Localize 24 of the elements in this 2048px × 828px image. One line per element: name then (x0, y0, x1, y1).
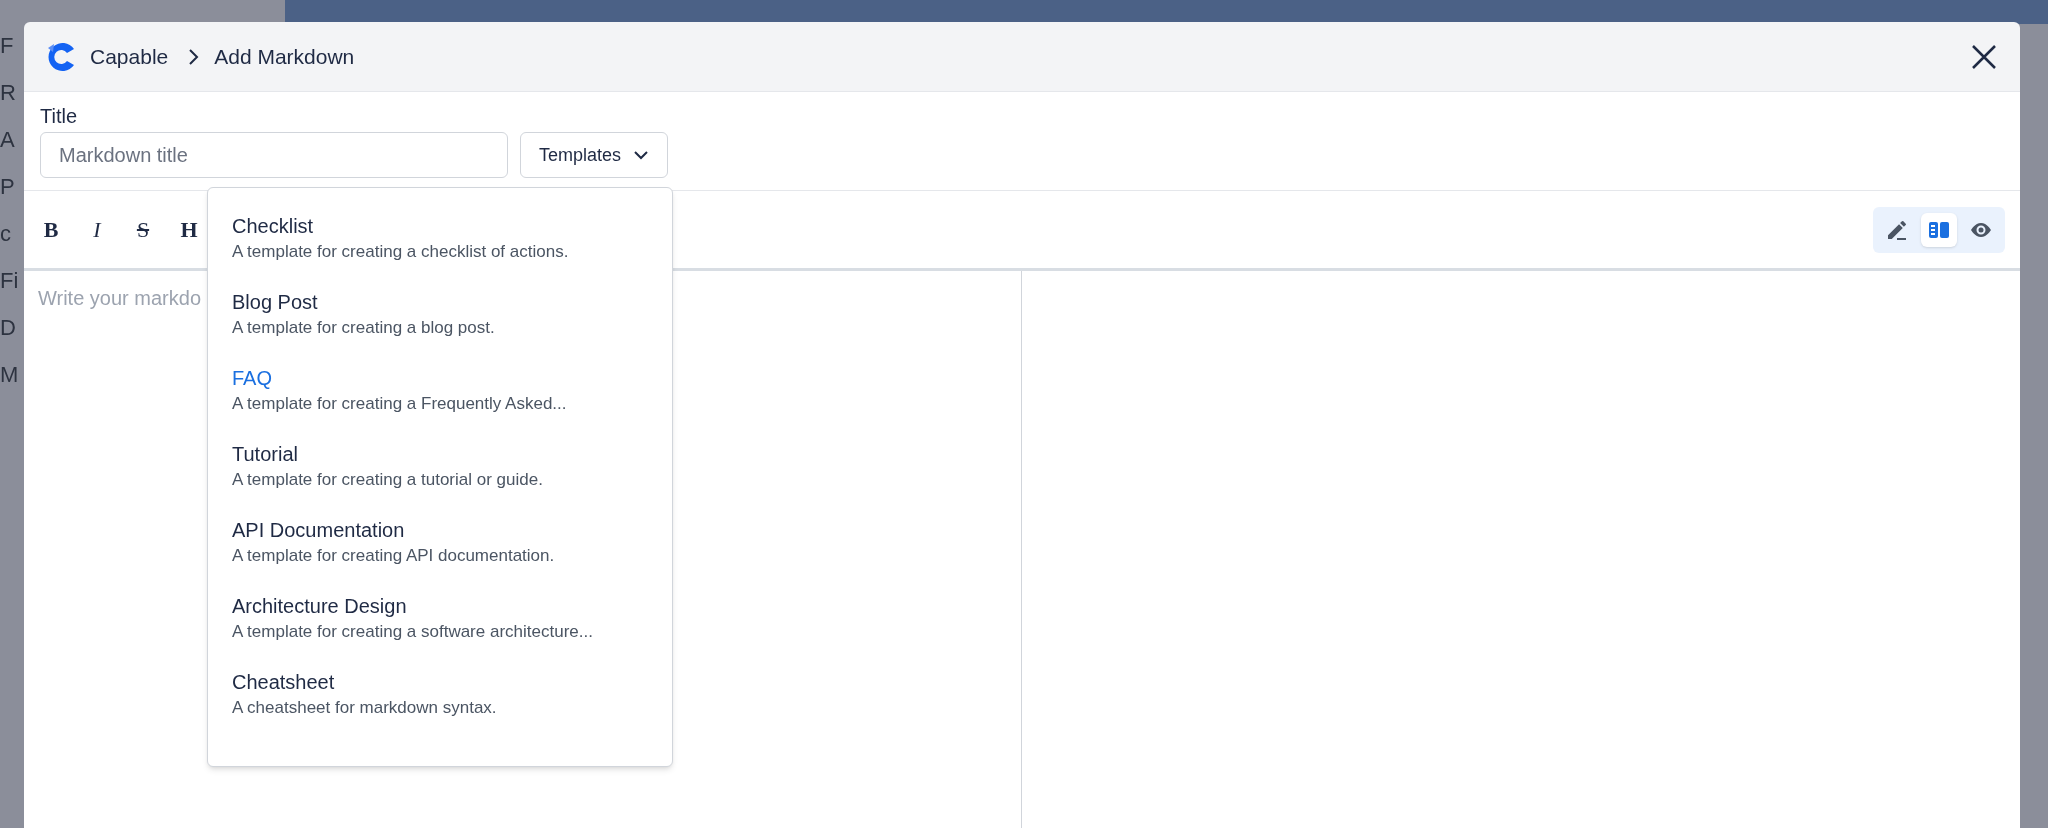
template-description: A template for creating a Frequently Asked... (232, 393, 568, 415)
background-label: Fi (0, 267, 20, 295)
background-label: D (0, 314, 17, 342)
template-name: Tutorial (232, 442, 299, 467)
field-label: Title (40, 104, 79, 128)
template-name: API Documentation (232, 518, 406, 543)
dialog-title: Add Markdown (214, 43, 355, 70)
background-label: c (0, 220, 12, 248)
template-name: FAQ (232, 366, 273, 391)
background-label: F (0, 32, 15, 60)
template-description: A template for creating a checklist of actions. (232, 241, 570, 263)
background-label: A (0, 126, 16, 154)
background-label: R (0, 79, 17, 107)
background-label: M (0, 361, 20, 389)
template-name: Architecture Design (232, 594, 408, 619)
template-description: A template for creating a tutorial or guide. (232, 469, 544, 491)
template-description: A template for creating a blog post. (232, 317, 496, 339)
template-description: A cheatsheet for markdown syntax. (232, 697, 498, 719)
template-description: A template for creating API documentation. (232, 545, 556, 567)
template-name: Blog Post (232, 290, 319, 315)
template-name: Checklist (232, 214, 315, 239)
template-name: Cheatsheet (232, 670, 336, 695)
template-description: A template for creating a software architecture... (232, 621, 594, 643)
background-label: P (0, 173, 16, 201)
